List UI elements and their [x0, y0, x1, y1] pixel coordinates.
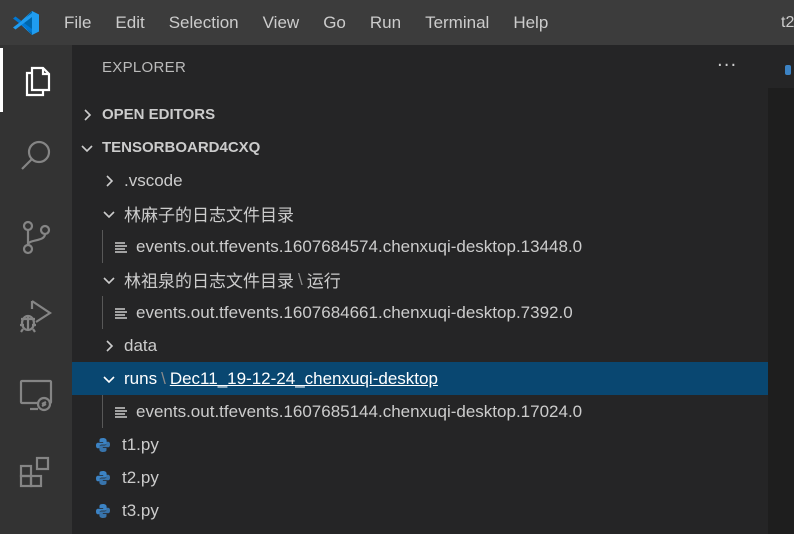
- tree-file-t2-py[interactable]: t2.py: [72, 461, 768, 494]
- tree-item-label: t3.py: [122, 500, 159, 520]
- menu-bar: File Edit Selection View Go Run Terminal…: [52, 0, 560, 45]
- files-icon: [25, 66, 50, 97]
- tree-folder-vscode[interactable]: .vscode: [72, 164, 768, 197]
- window-title: t2: [781, 14, 794, 31]
- chevron-down-icon: [100, 372, 118, 386]
- tree-item-label: runs: [124, 368, 158, 388]
- chevron-right-icon: [100, 174, 118, 188]
- tree-file-events-13448[interactable]: events.out.tfevents.1607684574.chenxuqi-…: [72, 230, 768, 263]
- text-file-icon: [114, 405, 128, 419]
- tree-item-label: 林麻子的日志文件目录: [124, 206, 294, 225]
- tree-file-t1-py[interactable]: t1.py: [72, 428, 768, 461]
- menu-view[interactable]: View: [251, 0, 312, 45]
- menu-edit[interactable]: Edit: [103, 0, 156, 45]
- open-editors-label: OPEN EDITORS: [102, 106, 216, 123]
- chevron-down-icon: [100, 207, 118, 221]
- source-control-button[interactable]: [0, 205, 72, 269]
- tree-file-events-7392[interactable]: events.out.tfevents.1607684661.chenxuqi-…: [72, 296, 768, 329]
- chevron-right-icon: [100, 339, 118, 353]
- tree-file-events-17024[interactable]: events.out.tfevents.1607685144.chenxuqi-…: [72, 395, 768, 428]
- search-button[interactable]: [0, 124, 72, 188]
- python-file-icon: [94, 470, 112, 486]
- tree-item-label: events.out.tfevents.1607685144.chenxuqi-…: [136, 401, 583, 421]
- python-file-icon: [94, 437, 112, 453]
- explorer-button[interactable]: [0, 48, 72, 112]
- tree-item-label: data: [124, 335, 158, 355]
- remote-explorer-button[interactable]: [0, 363, 72, 427]
- explorer-title: EXPLORER: [102, 59, 187, 76]
- text-file-icon: [114, 306, 128, 320]
- editor-area[interactable]: [768, 45, 794, 534]
- tree-item-label: t1.py: [122, 434, 159, 454]
- editor-tab-strip[interactable]: [768, 45, 794, 88]
- search-icon: [21, 140, 51, 170]
- tree-folder-lin-zuquan[interactable]: 林祖泉的日志文件目录 \ 运行: [72, 263, 768, 296]
- chevron-down-icon: [72, 141, 102, 155]
- tree-item-label: .vscode: [124, 170, 183, 190]
- run-debug-icon: [20, 300, 53, 333]
- menu-file[interactable]: File: [52, 0, 103, 45]
- tree-file-t3-py[interactable]: t3.py: [72, 494, 768, 527]
- python-file-icon: [94, 503, 112, 519]
- path-separator: \: [161, 368, 166, 388]
- remote-explorer-icon: [19, 379, 53, 412]
- tree-item-label: 林祖泉的日志文件目录: [124, 272, 294, 291]
- run-debug-button[interactable]: [0, 283, 72, 347]
- tree-item-sublabel: 运行: [306, 272, 341, 291]
- extensions-icon: [19, 456, 50, 488]
- explorer-sidebar: EXPLORER ··· OPEN EDITORS TENSORBOARD4CX…: [72, 45, 768, 534]
- title-bar: File Edit Selection View Go Run Terminal…: [0, 0, 794, 45]
- path-separator: \: [298, 269, 303, 289]
- activity-bar: [0, 45, 72, 534]
- more-actions-button[interactable]: ···: [717, 55, 737, 76]
- menu-go[interactable]: Go: [311, 0, 358, 45]
- python-tab-icon: [785, 65, 791, 75]
- tree-item-label: events.out.tfevents.1607684661.chenxuqi-…: [136, 302, 573, 322]
- tree-folder-data[interactable]: data: [72, 329, 768, 362]
- workspace-label: TENSORBOARD4CXQ: [102, 139, 261, 156]
- menu-terminal[interactable]: Terminal: [413, 0, 501, 45]
- extensions-button[interactable]: [0, 440, 72, 504]
- source-control-icon: [22, 220, 51, 255]
- workspace-section[interactable]: TENSORBOARD4CXQ: [72, 131, 768, 164]
- tree-folder-runs[interactable]: runs \ Dec11_19-12-24_chenxuqi-desktop: [72, 362, 768, 395]
- menu-help[interactable]: Help: [501, 0, 560, 45]
- open-editors-section[interactable]: OPEN EDITORS: [72, 98, 768, 131]
- chevron-down-icon: [100, 273, 118, 287]
- chevron-right-icon: [72, 108, 102, 122]
- tree-item-label: t2.py: [122, 467, 159, 487]
- menu-run[interactable]: Run: [358, 0, 413, 45]
- tree-item-sublabel-link[interactable]: Dec11_19-12-24_chenxuqi-desktop: [170, 369, 438, 389]
- tree-folder-lin-mazi[interactable]: 林麻子的日志文件目录: [72, 197, 768, 230]
- vscode-logo-icon: [13, 11, 39, 35]
- tree-item-label: events.out.tfevents.1607684574.chenxuqi-…: [136, 236, 583, 256]
- menu-selection[interactable]: Selection: [157, 0, 251, 45]
- text-file-icon: [114, 240, 128, 254]
